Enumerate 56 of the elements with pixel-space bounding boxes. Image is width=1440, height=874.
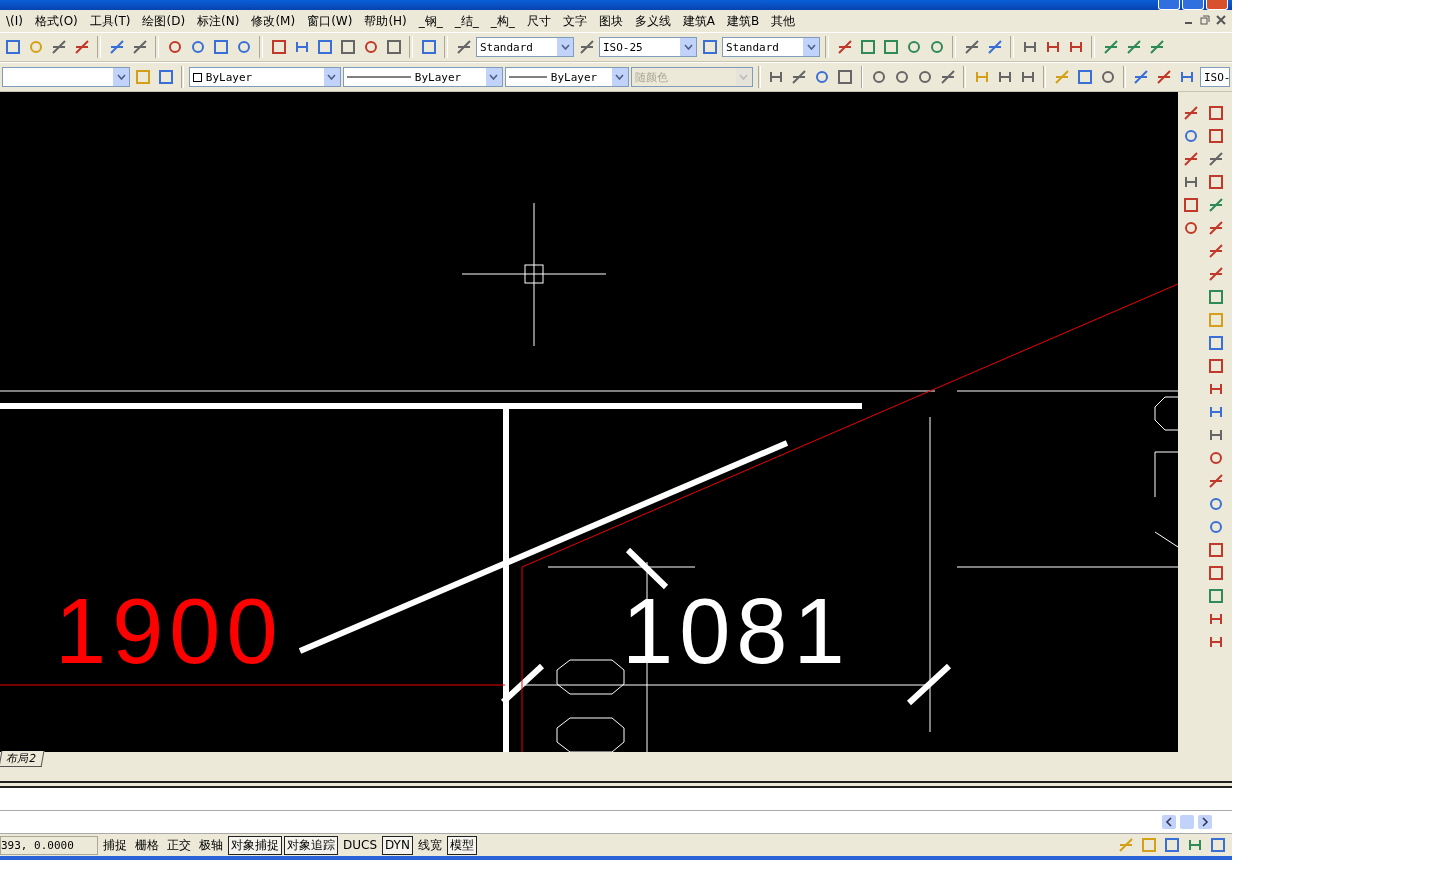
menu-item[interactable]: 图块 xyxy=(592,12,629,30)
linetype-value: ByLayer xyxy=(414,70,462,84)
status-toggle-button[interactable]: DYN xyxy=(382,835,413,855)
chevron-left-icon xyxy=(1165,817,1173,827)
minimize-button[interactable] xyxy=(1158,0,1180,10)
linetype-dropdown[interactable]: ByLayer xyxy=(342,67,503,87)
menu-item[interactable]: 多义线 xyxy=(628,12,677,30)
restore-icon[interactable] xyxy=(1200,14,1210,28)
color-value: ByLayer xyxy=(205,70,253,84)
status-toggle-button[interactable]: DUCS xyxy=(340,835,381,855)
line-sample-icon xyxy=(346,75,411,79)
menu-item[interactable]: _钢_ xyxy=(412,12,449,30)
dimension-style-field[interactable]: ISO- xyxy=(1199,67,1230,87)
status-toggle-button[interactable]: 捕捉 xyxy=(100,835,130,855)
layer-dropdown[interactable] xyxy=(2,67,130,87)
menu-item[interactable]: \(I) xyxy=(0,14,29,28)
menu-item[interactable]: 文字 xyxy=(556,12,593,30)
menu-item[interactable]: 其他 xyxy=(765,12,802,30)
command-line-field[interactable] xyxy=(0,811,1232,834)
color-dropdown[interactable]: ByLayer xyxy=(188,67,341,87)
menu-item[interactable]: 修改(M) xyxy=(245,12,302,30)
lineweight-dropdown[interactable]: ByLayer xyxy=(504,67,629,87)
menu-item[interactable]: 工具(T) xyxy=(83,12,137,30)
menu-item[interactable]: 尺寸 xyxy=(520,12,557,30)
menu-item[interactable]: 建筑A xyxy=(676,12,721,30)
menu-item[interactable]: 帮助(H) xyxy=(358,12,413,30)
status-toggle-button[interactable]: 正交 xyxy=(164,835,194,855)
layout-tab[interactable]: 布局2 xyxy=(0,751,45,767)
menu-item[interactable]: 窗口(W) xyxy=(301,12,359,30)
menu-item[interactable]: _构_ xyxy=(484,12,521,30)
dimension-text: 1081 xyxy=(622,580,851,682)
dimension-style-dropdown[interactable]: ISO-25 xyxy=(599,37,697,57)
status-toggle-button[interactable]: 对象追踪 xyxy=(284,835,338,855)
menu-item[interactable]: 建筑B xyxy=(721,12,766,30)
lineweight-value: ByLayer xyxy=(550,70,598,84)
dimension-text: 1900 xyxy=(55,580,284,682)
text-style-dropdown[interactable]: Standard xyxy=(476,37,574,57)
coordinate-readout: 393, 0.0000 xyxy=(0,835,98,855)
menu-item[interactable]: 标注(N) xyxy=(191,12,246,30)
status-toggle-button[interactable]: 栅格 xyxy=(132,835,162,855)
color-swatch-icon xyxy=(192,72,202,82)
scroll-thumb[interactable] xyxy=(1180,815,1194,829)
maximize-button[interactable] xyxy=(1182,0,1204,10)
scroll-left-button[interactable] xyxy=(1162,815,1176,829)
line-sample-icon xyxy=(508,75,547,79)
menu-item[interactable]: 格式(O) xyxy=(28,12,84,30)
status-toggle-button[interactable]: 极轴 xyxy=(196,835,226,855)
close-button[interactable] xyxy=(1206,0,1228,10)
chevron-right-icon xyxy=(1201,817,1209,827)
status-toggle-button[interactable]: 模型 xyxy=(446,835,477,855)
table-style-dropdown[interactable]: Standard xyxy=(722,37,820,57)
menu-item[interactable]: _结_ xyxy=(448,12,485,30)
status-toggle-button[interactable]: 对象捕捉 xyxy=(228,835,282,855)
menu-item[interactable]: 绘图(D) xyxy=(136,12,192,30)
scroll-right-button[interactable] xyxy=(1198,815,1212,829)
status-toggle-button[interactable]: 线宽 xyxy=(414,835,445,855)
